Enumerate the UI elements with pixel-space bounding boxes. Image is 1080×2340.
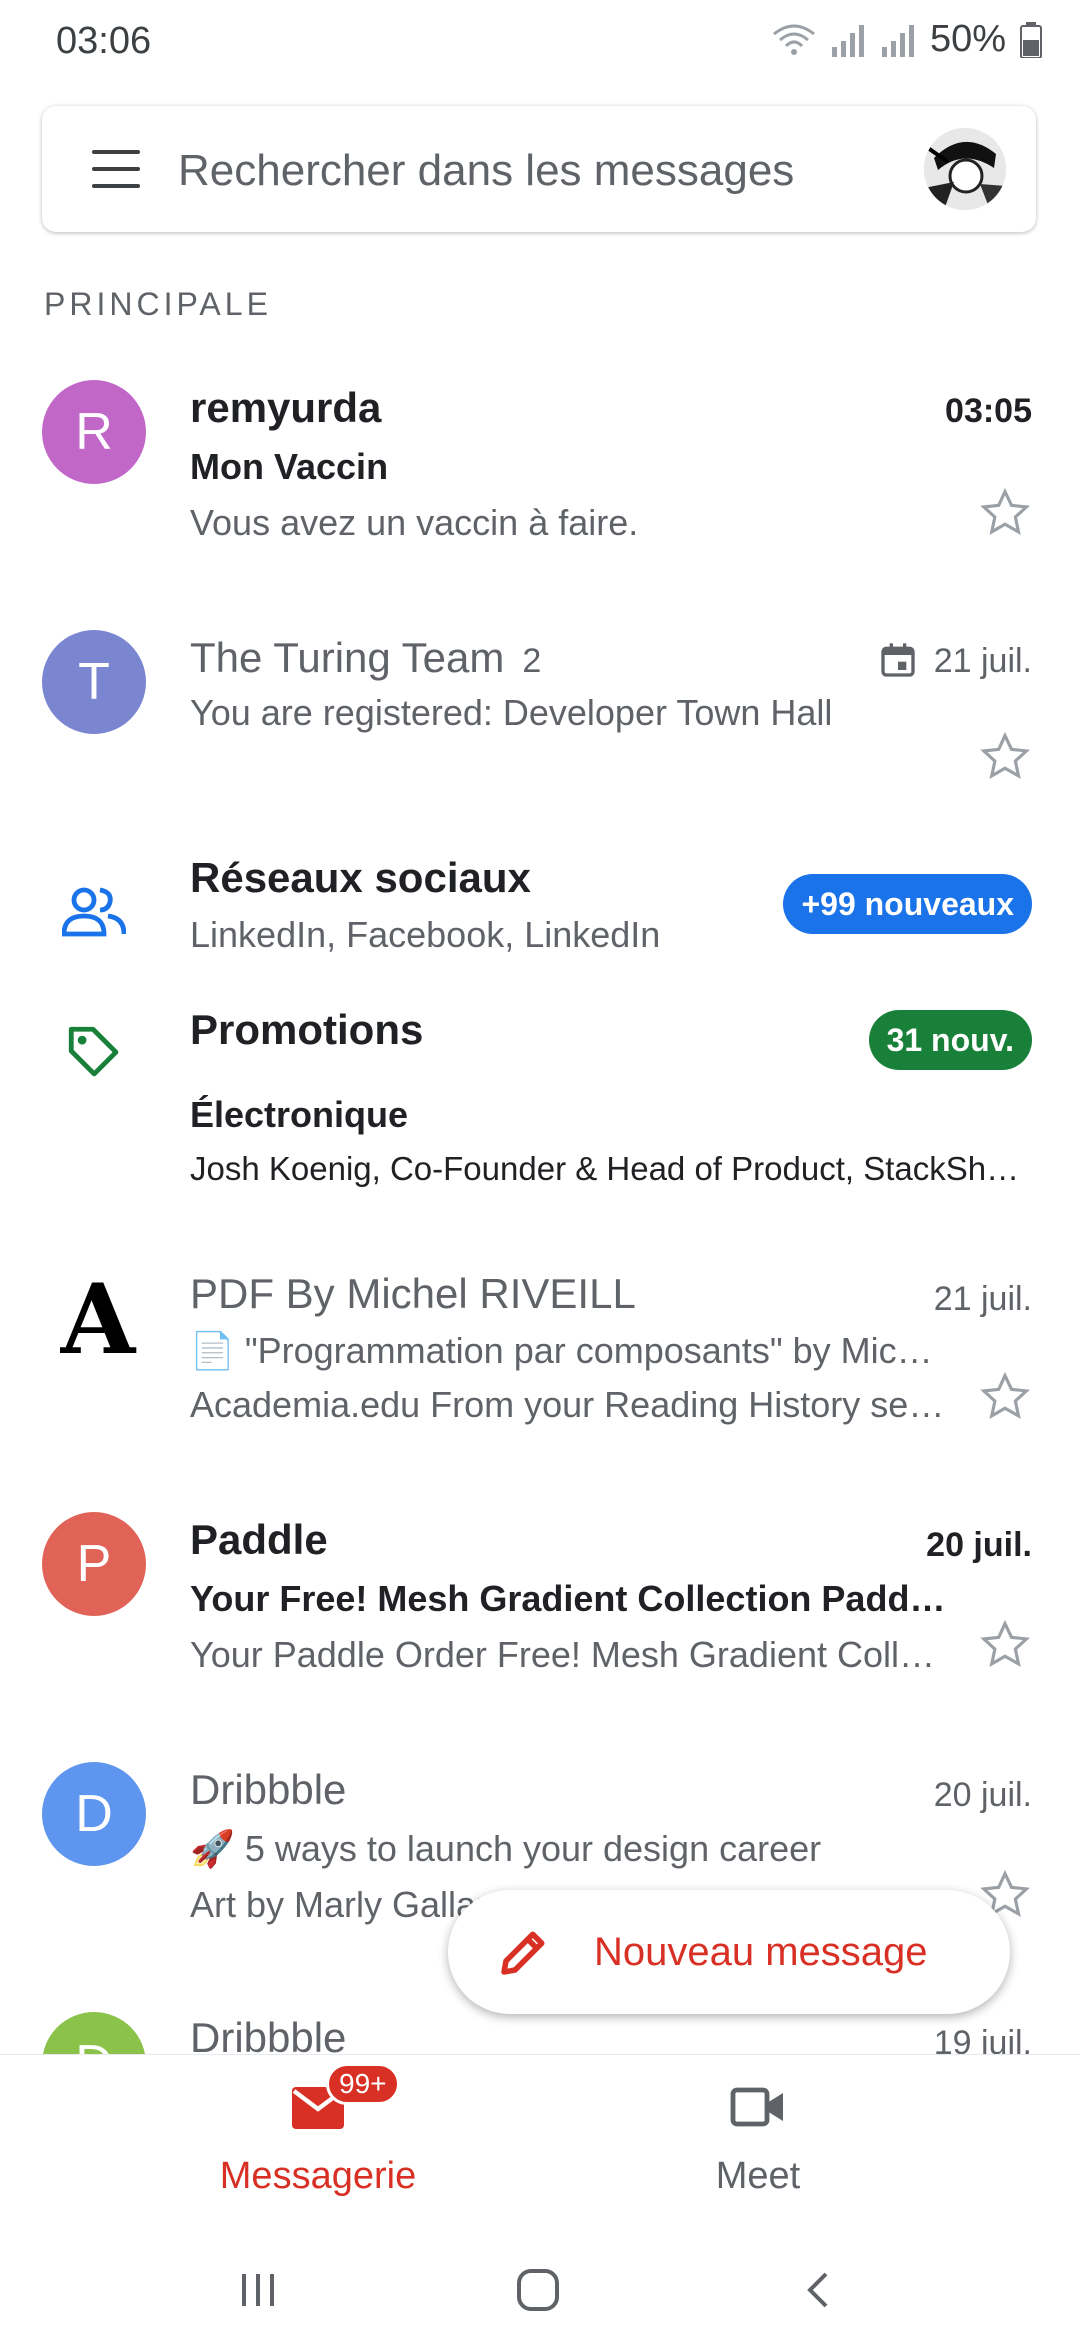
section-label: PRINCIPALE [44,286,272,322]
mail-date: 20 juil. [926,1526,1032,1564]
people-icon [62,887,126,937]
promo-snippet: Josh Koenig, Co-Founder & Head of Produc… [190,1150,1030,1187]
signal-icon-2 [881,24,914,57]
home-icon[interactable] [516,2268,560,2312]
category-promotions[interactable]: Promotions 31 nouv. Électronique Josh Ko… [0,1000,1080,1200]
battery-level: 50% [929,18,1006,60]
mail-date: 03:05 [945,392,1032,430]
sender-name: remyurda [190,384,382,431]
battery-icon [1020,21,1042,58]
sender-avatar[interactable]: T [42,630,146,734]
category-title: Réseaux sociaux [190,854,531,901]
sender-avatar[interactable]: R [42,380,146,484]
tag-icon [68,1026,119,1077]
compose-label: Nouveau message [594,1930,928,1974]
mail-snippet: Your Paddle Order Free! Mesh Gradient Co… [190,1634,950,1675]
nav-meet[interactable]: Meet [608,2055,908,2241]
sender-avatar[interactable]: D [42,2012,146,2054]
menu-icon[interactable] [92,150,140,188]
account-avatar[interactable] [924,128,1006,210]
video-camera-icon [730,2087,783,2127]
bottom-navigation: 99+ Messagerie Meet [0,2054,1080,2240]
thread-count: 2 [522,642,542,680]
mail-date: 21 juil. [933,1280,1032,1318]
mail-date: 21 juil. [933,642,1032,680]
category-social[interactable]: Réseaux sociaux LinkedIn, Facebook, Link… [0,850,1080,980]
unread-badge: 99+ [326,2063,400,2105]
promo-subject: Électronique [190,1094,409,1135]
status-bar: 03:06 50% [0,0,1080,90]
mail-subject: 🚀 5 ways to launch your design career [190,1828,822,1869]
sender-name: Dribbble [190,2014,347,2054]
star-icon[interactable] [978,486,1032,540]
mail-subject: Mon Vaccin [190,446,389,487]
new-count-badge: +99 nouveaux [783,874,1032,934]
sender-name: PDF By Michel RIVEILL [190,1270,636,1317]
star-icon[interactable] [978,1370,1032,1424]
wifi-icon [773,24,815,55]
mail-subject: Your Free! Mesh Gradient Collection Padd… [190,1578,950,1619]
mail-row[interactable]: R remyurda 03:05 Mon Vaccin Vous avez un… [0,360,1080,560]
star-icon[interactable] [978,1618,1032,1672]
sender-name: Dribbble [190,1766,347,1813]
mail-row[interactable]: P Paddle 20 juil. Your Free! Mesh Gradie… [0,1500,1080,1720]
nav-meet-label: Meet [715,2155,801,2197]
mail-row[interactable]: A PDF By Michel RIVEILL 21 juil. 📄 "Prog… [0,1250,1080,1470]
search-bar[interactable]: Rechercher dans les messages [42,106,1036,232]
recents-icon[interactable] [238,2270,278,2310]
mail-date: 19 juil. [933,2024,1032,2054]
signal-icon [831,24,864,57]
sender-avatar[interactable]: P [42,1512,146,1616]
mail-snippet: Vous avez un vaccin à faire. [190,502,639,543]
sender-name: Paddle [190,1516,328,1563]
sender-name: The Turing Team 2 [190,634,542,681]
search-input[interactable]: Rechercher dans les messages [178,146,794,196]
status-time: 03:06 [56,20,152,62]
category-title: Promotions [190,1006,424,1053]
pencil-icon [501,1931,545,1975]
mail-subject: 📄 "Programmation par composants" by Mich… [190,1330,950,1371]
new-count-badge: 31 nouv. [868,1010,1032,1070]
academia-logo: A [60,1263,136,1376]
status-icons: 50% [772,18,1042,61]
compose-button[interactable]: Nouveau message [448,1890,1010,2014]
calendar-icon [881,643,915,677]
mail-row[interactable]: T The Turing Team 2 21 juil. You are regi… [0,610,1080,810]
star-icon[interactable] [978,730,1032,784]
sender-avatar[interactable]: D [42,1762,146,1866]
mail-snippet: Academia.edu From your Reading History s… [190,1384,950,1425]
mail-date: 20 juil. [933,1776,1032,1814]
nav-mail-label: Messagerie [219,2155,417,2197]
nav-mail[interactable]: 99+ Messagerie [168,2055,468,2241]
mail-subject: You are registered: Developer Town Hall [190,692,833,733]
system-navigation-bar [0,2240,1080,2340]
back-icon[interactable] [800,2270,836,2310]
